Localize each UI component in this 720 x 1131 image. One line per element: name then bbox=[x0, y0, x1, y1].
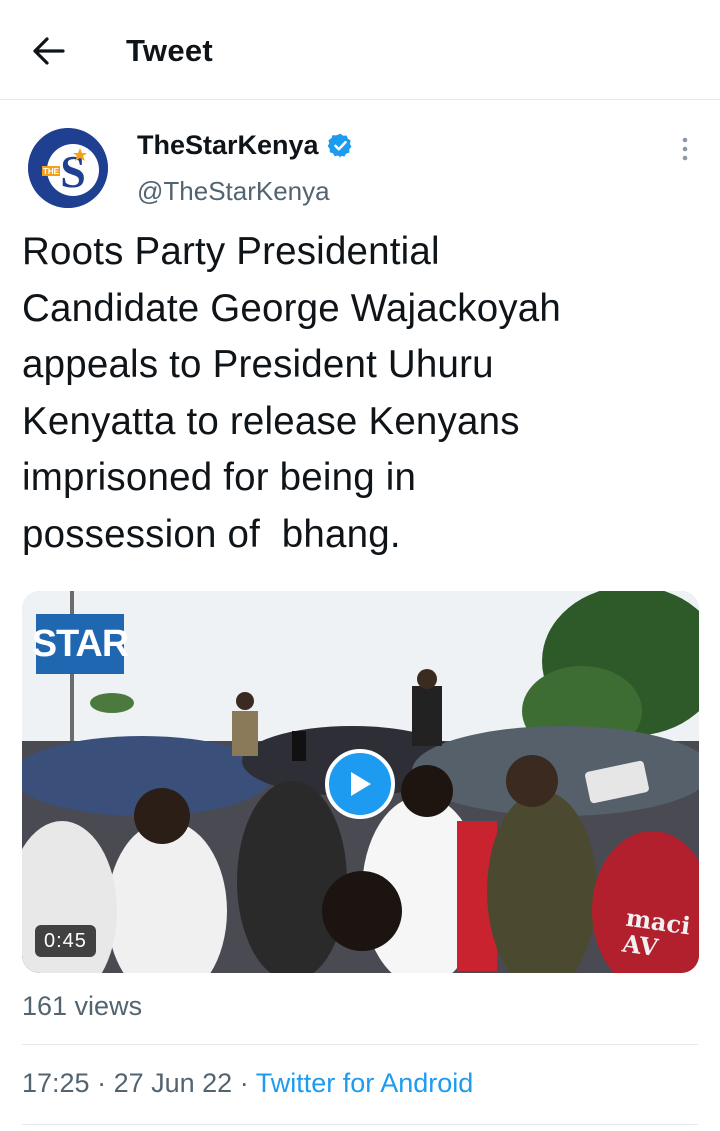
avatar[interactable]: S THE bbox=[28, 128, 108, 208]
divider bbox=[22, 1044, 698, 1045]
tweet-meta: 17:25 · 27 Jun 22 · Twitter for Android bbox=[22, 1068, 473, 1099]
view-count[interactable]: 161 views bbox=[22, 991, 142, 1022]
svg-text:THE: THE bbox=[43, 167, 60, 176]
tweet-source-link[interactable]: Twitter for Android bbox=[256, 1068, 474, 1098]
author-display-name: TheStarKenya bbox=[137, 130, 319, 160]
arrow-left-icon bbox=[33, 37, 65, 65]
star-watermark: STAR bbox=[32, 614, 129, 674]
back-button[interactable] bbox=[28, 30, 70, 72]
verified-badge-icon bbox=[327, 133, 351, 158]
top-app-bar: Tweet bbox=[0, 0, 720, 100]
meta-separator: · bbox=[89, 1068, 114, 1098]
author-name[interactable]: TheStarKenya bbox=[137, 130, 354, 161]
divider bbox=[22, 1124, 698, 1125]
video-player[interactable]: STAR maci AV 0:45 bbox=[22, 591, 699, 973]
star-kenya-logo: S THE bbox=[28, 128, 108, 208]
video-duration-badge: 0:45 bbox=[35, 925, 96, 957]
play-button[interactable] bbox=[325, 749, 395, 819]
tweet-date: 27 Jun 22 bbox=[113, 1068, 233, 1098]
video-corner-text: maci AV bbox=[620, 902, 693, 963]
page-title: Tweet bbox=[126, 33, 214, 68]
vertical-dots-icon bbox=[682, 137, 688, 161]
meta-separator: · bbox=[232, 1068, 256, 1098]
play-icon bbox=[351, 772, 371, 796]
more-options-button[interactable] bbox=[670, 132, 700, 166]
tweet-text: Roots Party Presidential Candidate Georg… bbox=[22, 230, 562, 556]
tweet-time: 17:25 bbox=[22, 1068, 90, 1098]
author-handle[interactable]: @TheStarKenya bbox=[137, 176, 330, 207]
